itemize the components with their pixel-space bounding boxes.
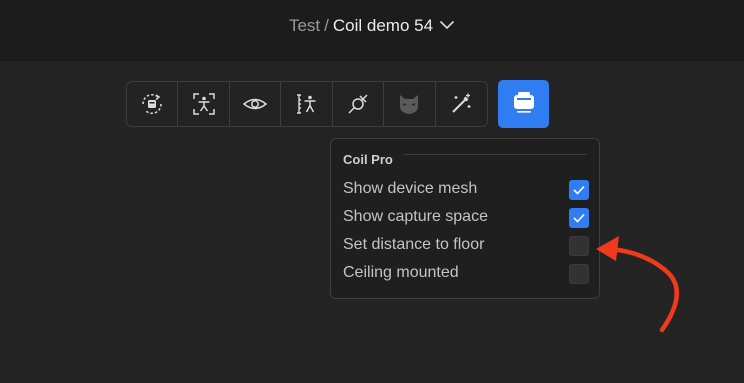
rotate-device-button[interactable] — [127, 82, 179, 126]
magic-wand-icon — [448, 91, 474, 117]
project-title[interactable]: Coil demo 54 — [333, 16, 433, 35]
breadcrumb-parent[interactable]: Test — [289, 16, 320, 35]
coil-device-icon — [511, 90, 537, 119]
mask-icon — [396, 91, 422, 117]
coil-device-button[interactable] — [498, 80, 549, 128]
show-device-mesh-checkbox[interactable] — [569, 180, 589, 200]
panel-title: Coil Pro — [343, 152, 393, 167]
link-plug-icon — [345, 91, 371, 117]
body-tracking-icon — [191, 91, 217, 117]
checkmark-icon — [573, 213, 585, 223]
coil-pro-settings-panel: Coil Pro Show device mesh Show capture s… — [330, 138, 600, 299]
rotate-device-icon — [138, 90, 166, 118]
height-measure-icon — [294, 91, 320, 117]
visibility-eye-icon — [242, 91, 268, 117]
checkmark-icon — [573, 185, 585, 195]
panel-divider — [404, 154, 587, 155]
link-button[interactable] — [333, 82, 385, 126]
visibility-button[interactable] — [230, 82, 282, 126]
option-set-distance-to-floor[interactable]: Set distance to floor — [343, 235, 589, 257]
option-label: Set distance to floor — [343, 236, 485, 253]
show-capture-space-checkbox[interactable] — [569, 208, 589, 228]
option-label: Show device mesh — [343, 180, 478, 197]
tool-toolbar — [126, 81, 488, 127]
option-label: Show capture space — [343, 208, 488, 225]
set-distance-to-floor-checkbox[interactable] — [569, 236, 589, 256]
magic-wand-button[interactable] — [436, 82, 487, 126]
ceiling-mounted-checkbox[interactable] — [569, 264, 589, 284]
chevron-down-icon[interactable] — [439, 14, 455, 36]
mask-button[interactable] — [384, 82, 436, 126]
option-show-device-mesh[interactable]: Show device mesh — [343, 179, 589, 201]
option-show-capture-space[interactable]: Show capture space — [343, 207, 589, 229]
body-tracking-button[interactable] — [178, 82, 230, 126]
height-measure-button[interactable] — [281, 82, 333, 126]
breadcrumb: Test / Coil demo 54 — [0, 15, 744, 37]
breadcrumb-separator: / — [324, 16, 329, 35]
top-bar: Test / Coil demo 54 — [0, 0, 744, 61]
option-ceiling-mounted[interactable]: Ceiling mounted — [343, 263, 589, 285]
option-label: Ceiling mounted — [343, 264, 459, 281]
